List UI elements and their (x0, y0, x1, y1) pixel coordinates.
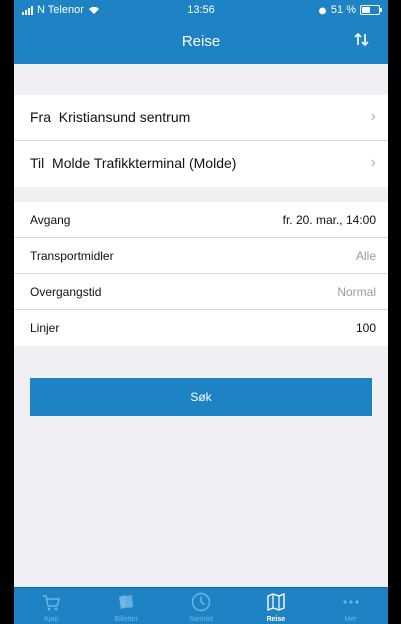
tab-label: Sanntid (189, 616, 213, 623)
options-group: Avgang fr. 20. mar., 14:00 Transportmidl… (14, 202, 388, 346)
transfer-time-row[interactable]: Overgangstid Normal (14, 274, 388, 310)
tickets-icon (119, 595, 134, 609)
lines-value: 100 (355, 321, 376, 335)
battery-icon (360, 5, 382, 15)
alarm-icon (319, 7, 326, 14)
status-bar: N Telenor 13:56 51 % (14, 0, 388, 22)
chevron-right-icon: › (370, 154, 376, 171)
header: N Telenor 13:56 51 % Reise (14, 0, 388, 64)
search-button[interactable]: Søk (30, 378, 372, 416)
transfer-time-label: Overgangstid (30, 285, 102, 299)
clock-icon (191, 592, 211, 612)
from-row[interactable]: Fra Kristiansund sentrum › (14, 95, 388, 141)
tab-label: Kjøp (44, 616, 59, 623)
lines-label: Linjer (30, 321, 60, 335)
transport-modes-label: Transportmidler (30, 249, 114, 263)
transfer-time-value: Normal (337, 285, 376, 299)
departure-label: Avgang (30, 213, 71, 227)
transport-modes-row[interactable]: Transportmidler Alle (14, 238, 388, 274)
tab-label: Reise (266, 616, 286, 623)
tab-label: Mer (344, 616, 357, 623)
more-icon (342, 600, 359, 604)
departure-row[interactable]: Avgang fr. 20. mar., 14:00 (14, 202, 388, 238)
status-right: 51 % (318, 4, 382, 16)
swap-arrows-icon[interactable] (352, 30, 372, 50)
chevron-right-icon: › (370, 108, 376, 125)
tab-buy[interactable]: Kjøp (14, 588, 89, 624)
tab-bar: Kjøp Billetter Sanntid Reise Mer (14, 587, 388, 624)
lines-row[interactable]: Linjer 100 (14, 310, 388, 346)
from-label: Fra Kristiansund sentrum (30, 109, 191, 125)
to-label: Til Molde Trafikkterminal (Molde) (30, 155, 237, 171)
page-title: Reise (181, 33, 221, 50)
tab-travel[interactable]: Reise (238, 588, 313, 624)
route-group: Fra Kristiansund sentrum › Til Molde Tra… (14, 95, 388, 187)
departure-value: fr. 20. mar., 14:00 (282, 213, 376, 227)
tab-label: Billetter (114, 616, 138, 623)
tab-tickets[interactable]: Billetter (89, 588, 164, 624)
tab-realtime[interactable]: Sanntid (164, 588, 239, 624)
phone-screen: N Telenor 13:56 51 % Reise Fra Kristians… (14, 0, 388, 624)
cart-icon (43, 595, 61, 611)
battery-percent: 51 % (330, 4, 356, 16)
tab-more[interactable]: Mer (313, 588, 388, 624)
map-icon (267, 592, 285, 612)
transport-modes-value: Alle (355, 249, 376, 263)
to-row[interactable]: Til Molde Trafikkterminal (Molde) › (14, 141, 388, 187)
